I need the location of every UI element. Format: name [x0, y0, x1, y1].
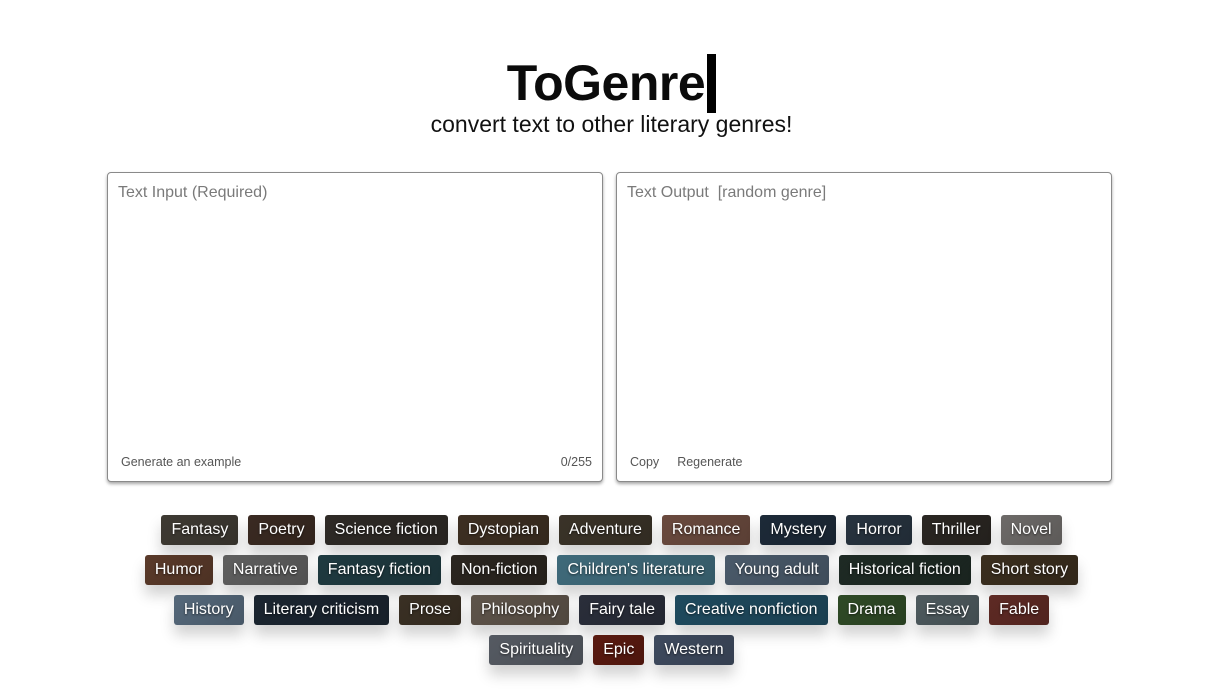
character-counter: 0/255: [560, 455, 592, 469]
genre-tag-narrative[interactable]: Narrative: [223, 555, 308, 585]
genre-tag-epic[interactable]: Epic: [593, 635, 644, 665]
genre-row-2: Humor Narrative Fantasy fiction Non-fict…: [0, 555, 1223, 585]
genre-tag-mystery[interactable]: Mystery: [760, 515, 836, 545]
genre-tag-humor[interactable]: Humor: [145, 555, 213, 585]
genre-tag-dystopian[interactable]: Dystopian: [458, 515, 549, 545]
genre-tag-childrens-literature[interactable]: Children's literature: [557, 555, 714, 585]
genre-tag-adventure[interactable]: Adventure: [559, 515, 652, 545]
genre-tag-poetry[interactable]: Poetry: [248, 515, 314, 545]
text-output-placeholder: Text Output [random genre]: [627, 184, 827, 201]
genre-tag-western[interactable]: Western: [654, 635, 733, 665]
genre-tag-science-fiction[interactable]: Science fiction: [325, 515, 448, 545]
genre-tag-thriller[interactable]: Thriller: [922, 515, 991, 545]
text-input-placeholder: Text Input (Required): [118, 184, 268, 201]
output-footer: Copy Regenerate: [630, 455, 1101, 469]
text-cursor: [707, 54, 717, 113]
text-input-area[interactable]: Text Input (Required) Generate an exampl…: [107, 172, 603, 482]
genre-row-3: History Literary criticism Prose Philoso…: [0, 595, 1223, 625]
genre-tag-creative-nonfiction[interactable]: Creative nonfiction: [675, 595, 828, 625]
regenerate-button[interactable]: Regenerate: [677, 455, 742, 469]
genre-tag-fairy-tale[interactable]: Fairy tale: [579, 595, 665, 625]
genre-tag-history[interactable]: History: [174, 595, 244, 625]
genre-tag-essay[interactable]: Essay: [916, 595, 980, 625]
copy-button[interactable]: Copy: [630, 455, 659, 469]
genre-tag-short-story[interactable]: Short story: [981, 555, 1078, 585]
genre-tag-historical-fiction[interactable]: Historical fiction: [839, 555, 971, 585]
genre-tag-spirituality[interactable]: Spirituality: [489, 635, 583, 665]
genre-tag-philosophy[interactable]: Philosophy: [471, 595, 569, 625]
page-subtitle: convert text to other literary genres!: [430, 111, 793, 137]
genre-tag-young-adult[interactable]: Young adult: [725, 555, 829, 585]
page-header: ToGenre convert text to other literary g…: [0, 52, 1223, 140]
genre-tag-literary-criticism[interactable]: Literary criticism: [254, 595, 390, 625]
page-title: ToGenre: [506, 54, 706, 111]
genre-tag-drama[interactable]: Drama: [838, 595, 906, 625]
genre-tag-horror[interactable]: Horror: [846, 515, 911, 545]
genre-tag-fantasy[interactable]: Fantasy: [161, 515, 238, 545]
genre-row-4: Spirituality Epic Western: [0, 635, 1223, 665]
genre-tag-fantasy-fiction[interactable]: Fantasy fiction: [318, 555, 441, 585]
genre-tag-prose[interactable]: Prose: [399, 595, 461, 625]
genre-tag-fable[interactable]: Fable: [989, 595, 1049, 625]
text-output-area[interactable]: Text Output [random genre] Copy Regenera…: [616, 172, 1112, 482]
generate-example-button[interactable]: Generate an example: [121, 455, 241, 469]
genre-tag-novel[interactable]: Novel: [1001, 515, 1062, 545]
input-footer: Generate an example 0/255: [121, 455, 592, 469]
genre-tags: Fantasy Poetry Science fiction Dystopian…: [0, 515, 1223, 675]
genre-tag-romance[interactable]: Romance: [662, 515, 750, 545]
genre-row-1: Fantasy Poetry Science fiction Dystopian…: [0, 515, 1223, 545]
title-wrap: ToGenre: [506, 52, 717, 113]
genre-tag-non-fiction[interactable]: Non-fiction: [451, 555, 547, 585]
